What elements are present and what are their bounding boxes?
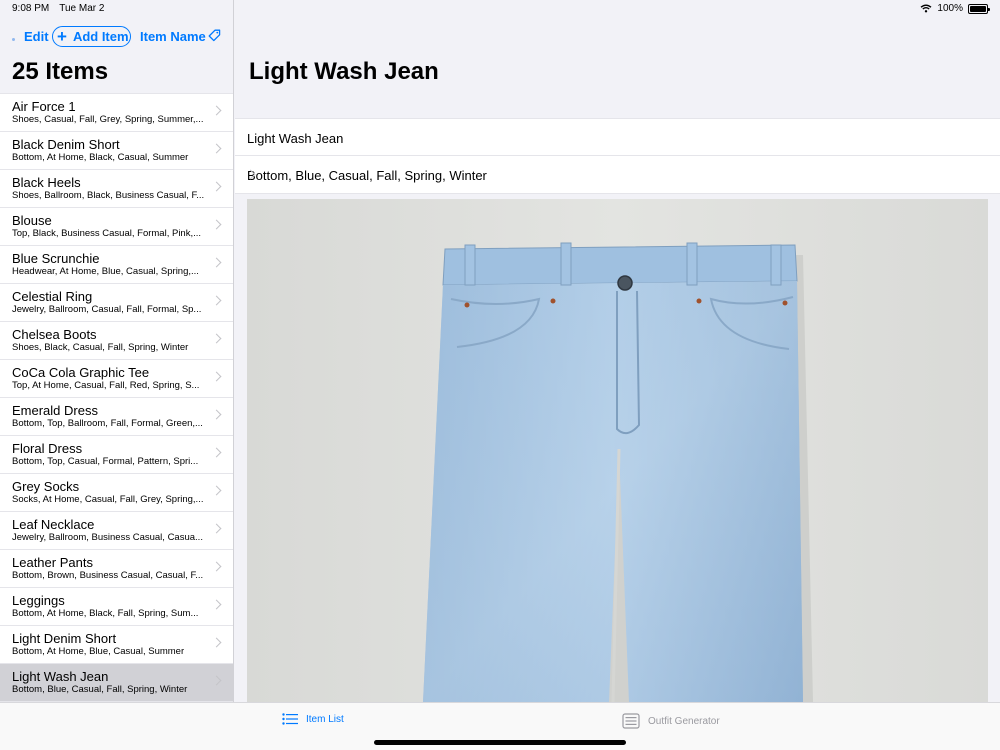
list-item-tags: Bottom, Top, Casual, Formal, Pattern, Sp… — [12, 456, 199, 467]
item-name-value: Light Wash Jean — [247, 131, 344, 146]
list-item[interactable]: Air Force 1 Shoes, Casual, Fall, Grey, Sp… — [0, 94, 233, 132]
chevron-right-icon — [211, 409, 222, 420]
list-item-title: Black Denim Short — [12, 137, 120, 152]
detail-pane: Light Wash Jean Light Wash Jean Bottom, … — [235, 0, 1000, 702]
tag-icon[interactable] — [208, 29, 221, 42]
tab-outfit-generator-label: Outfit Generator — [648, 715, 720, 727]
list-item-tags: Headwear, At Home, Blue, Casual, Spring,… — [12, 266, 199, 277]
item-name-field[interactable]: Light Wash Jean — [235, 118, 1000, 156]
chevron-right-icon — [211, 219, 222, 230]
chevron-right-icon — [211, 523, 222, 534]
chevron-right-icon — [211, 143, 222, 154]
add-item-button[interactable]: + Add Item — [52, 26, 131, 47]
list-item-title: Leaf Necklace — [12, 517, 95, 532]
list-item[interactable]: Leaf Necklace Jewelry, Ballroom, Business… — [0, 512, 233, 550]
list-item[interactable]: Chelsea Boots Shoes, Black, Casual, Fall,… — [0, 322, 233, 360]
list-item-selected[interactable]: Light Wash Jean Bottom, Blue, Casual, Fal… — [0, 664, 233, 702]
chevron-right-icon — [211, 371, 222, 382]
item-tags-value: Bottom, Blue, Casual, Fall, Spring, Wint… — [247, 168, 487, 183]
chevron-right-icon — [211, 561, 222, 572]
keyboard-icon — [622, 713, 640, 729]
list-item[interactable]: Blouse Top, Black, Business Casual, Forma… — [0, 208, 233, 246]
list-item-title: Light Wash Jean — [12, 669, 109, 684]
list-item-title: Blouse — [12, 213, 52, 228]
list-item-title: Blue Scrunchie — [12, 251, 100, 266]
status-bar: 9:08 PM Tue Mar 2 100% — [0, 0, 1000, 18]
jeans-photo-icon — [423, 242, 813, 702]
drag-handle-icon — [12, 38, 15, 41]
chevron-right-icon — [211, 257, 222, 268]
tab-item-list[interactable]: Item List — [282, 713, 344, 725]
list-item-title: Black Heels — [12, 175, 81, 190]
list-item[interactable]: Blue Scrunchie Headwear, At Home, Blue, C… — [0, 246, 233, 284]
list-item-tags: Bottom, Top, Ballroom, Fall, Formal, Gre… — [12, 418, 203, 429]
status-time: 9:08 PM — [12, 3, 50, 14]
list-item-tags: Bottom, At Home, Black, Fall, Spring, Su… — [12, 608, 199, 619]
items-count-title: 25 Items — [12, 58, 109, 85]
chevron-right-icon — [211, 599, 222, 610]
list-item-tags: Top, Black, Business Casual, Formal, Pin… — [12, 228, 202, 239]
tab-outfit-generator[interactable]: Outfit Generator — [622, 713, 720, 729]
list-item-title: Air Force 1 — [12, 99, 76, 114]
list-item-tags: Bottom, Blue, Casual, Fall, Spring, Wint… — [12, 684, 188, 695]
list-item-title: Grey Socks — [12, 479, 80, 494]
list-item[interactable]: Black Heels Shoes, Ballroom, Black, Busin… — [0, 170, 233, 208]
list-item-tags: Shoes, Black, Casual, Fall, Spring, Wint… — [12, 342, 189, 353]
chevron-right-icon — [211, 181, 222, 192]
battery-icon — [968, 3, 990, 14]
chevron-right-icon — [211, 637, 222, 648]
edit-button[interactable]: Edit — [24, 29, 49, 44]
item-photo — [247, 199, 988, 702]
list-item-tags: Shoes, Ballroom, Black, Business Casual,… — [12, 190, 205, 201]
list-item[interactable]: Grey Socks Socks, At Home, Casual, Fall, … — [0, 474, 233, 512]
list-item[interactable]: Floral Dress Bottom, Top, Casual, Formal,… — [0, 436, 233, 474]
list-item[interactable]: Leather Pants Bottom, Brown, Business Cas… — [0, 550, 233, 588]
list-item-tags: Bottom, At Home, Blue, Casual, Summer — [12, 646, 185, 657]
list-item[interactable]: Celestial Ring Jewelry, Ballroom, Casual,… — [0, 284, 233, 322]
list-item-tags: Top, At Home, Casual, Fall, Red, Spring,… — [12, 380, 200, 391]
plus-icon: + — [57, 27, 67, 46]
list-item[interactable]: CoCa Cola Graphic Tee Top, At Home, Casua… — [0, 360, 233, 398]
page-title: Light Wash Jean — [249, 58, 439, 85]
list-item-title: Chelsea Boots — [12, 327, 97, 342]
list-item-tags: Bottom, At Home, Black, Casual, Summer — [12, 152, 189, 163]
add-item-label: Add Item — [72, 29, 129, 44]
chevron-right-icon — [211, 675, 222, 686]
list-item[interactable]: Black Denim Short Bottom, At Home, Black,… — [0, 132, 233, 170]
list-item[interactable]: Light Denim Short Bottom, At Home, Blue, … — [0, 626, 233, 664]
sidebar-toolbar: Edit + Add Item Item Name — [0, 26, 233, 48]
chevron-right-icon — [211, 105, 222, 116]
chevron-right-icon — [211, 485, 222, 496]
status-date: Tue Mar 2 — [59, 3, 105, 14]
list-item-tags: Bottom, Brown, Business Casual, Casual, … — [12, 570, 204, 581]
list-item-title: Floral Dress — [12, 441, 83, 456]
item-list: Air Force 1 Shoes, Casual, Fall, Grey, Sp… — [0, 93, 233, 702]
list-item-title: Leather Pants — [12, 555, 93, 570]
item-tags-row[interactable]: Bottom, Blue, Casual, Fall, Spring, Wint… — [235, 156, 1000, 194]
list-item[interactable]: Emerald Dress Bottom, Top, Ballroom, Fall… — [0, 398, 233, 436]
list-item[interactable]: Leggings Bottom, At Home, Black, Fall, Sp… — [0, 588, 233, 626]
wifi-icon — [920, 4, 932, 13]
list-item-title: CoCa Cola Graphic Tee — [12, 365, 150, 380]
home-indicator[interactable] — [374, 740, 626, 745]
list-item-title: Celestial Ring — [12, 289, 93, 304]
chevron-right-icon — [211, 295, 222, 306]
sidebar: Edit + Add Item Item Name 25 Items Air F… — [0, 0, 234, 702]
chevron-right-icon — [211, 333, 222, 344]
list-item-title: Leggings — [12, 593, 65, 608]
sort-button[interactable]: Item Name — [140, 29, 206, 44]
chevron-right-icon — [211, 447, 222, 458]
list-item-title: Light Denim Short — [12, 631, 117, 646]
list-item-tags: Jewelry, Ballroom, Business Casual, Casu… — [12, 532, 203, 543]
list-item-tags: Socks, At Home, Casual, Fall, Grey, Spri… — [12, 494, 204, 505]
battery-percent: 100% — [937, 3, 963, 14]
list-item-tags: Shoes, Casual, Fall, Grey, Spring, Summe… — [12, 114, 204, 125]
tab-item-list-label: Item List — [306, 713, 344, 725]
list-item-title: Emerald Dress — [12, 403, 98, 418]
list-icon — [282, 713, 298, 725]
list-item-tags: Jewelry, Ballroom, Casual, Fall, Formal,… — [12, 304, 202, 315]
